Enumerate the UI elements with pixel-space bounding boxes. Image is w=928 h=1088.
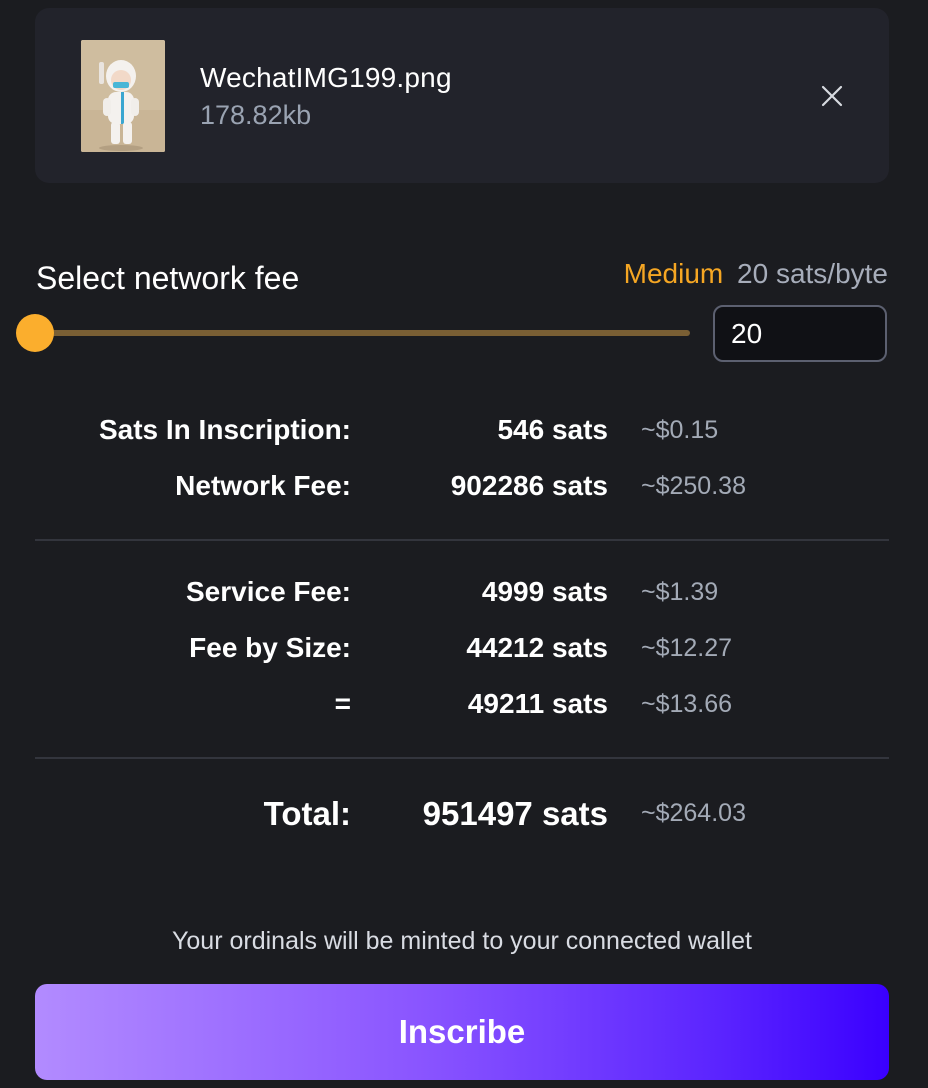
- file-name: WechatIMG199.png: [200, 62, 452, 93]
- wallet-note: Your ordinals will be minted to your con…: [172, 927, 752, 955]
- summary-usd: ~$0.15: [641, 416, 719, 444]
- summary-usd: ~$250.38: [641, 472, 746, 500]
- total-amount: 951497 sats: [422, 795, 608, 832]
- inscribe-button[interactable]: Inscribe: [35, 984, 889, 1080]
- network-fee-title: Select network fee: [36, 260, 300, 296]
- inscription-panel: WechatIMG199.png 178.82kb Select network…: [0, 0, 928, 1088]
- fee-rate-input[interactable]: [713, 305, 887, 362]
- slider-track: [34, 330, 690, 336]
- summary-amount: 546 sats: [497, 414, 608, 445]
- file-size: 178.82kb: [200, 100, 312, 130]
- summary-label: Fee by Size:: [189, 632, 351, 663]
- summary-usd: ~$12.27: [641, 634, 733, 662]
- network-fee-slider[interactable]: [16, 313, 690, 355]
- summary-usd: ~$1.39: [641, 578, 719, 606]
- summary-amount: 902286 sats: [450, 470, 608, 501]
- summary-row-sats-in-inscription: Sats In Inscription: 546 sats ~$0.15: [0, 414, 928, 454]
- summary-row-total: Total: 951497 sats ~$264.03: [0, 795, 928, 835]
- fee-level-label: Medium: [623, 258, 724, 289]
- remove-file-button[interactable]: [816, 80, 848, 112]
- summary-label: Sats In Inscription:: [98, 414, 351, 445]
- total-label: Total:: [263, 795, 351, 832]
- summary-amount: 4999 sats: [481, 576, 608, 607]
- file-card: WechatIMG199.png 178.82kb: [35, 8, 889, 183]
- file-thumbnail: [81, 40, 165, 152]
- divider: [35, 757, 889, 759]
- total-usd: ~$264.03: [641, 799, 746, 827]
- summary-label: Service Fee:: [186, 576, 351, 607]
- summary-amount: 44212 sats: [466, 632, 608, 663]
- summary-row-service-fee: Service Fee: 4999 sats ~$1.39: [0, 576, 928, 616]
- fee-rate-label: 20 sats/byte: [737, 258, 888, 289]
- close-icon: [821, 85, 843, 107]
- summary-amount: 49211 sats: [467, 688, 608, 719]
- summary-usd: ~$13.66: [641, 690, 733, 718]
- summary-label: Network Fee:: [175, 470, 351, 501]
- summary-row-network-fee: Network Fee: 902286 sats ~$250.38: [0, 470, 928, 510]
- summary-label: =: [334, 688, 351, 719]
- fee-level-indicator: Medium 20 sats/byte: [624, 258, 888, 290]
- doll-image-icon: [81, 40, 165, 152]
- divider: [35, 539, 889, 541]
- summary-row-fee-by-size: Fee by Size: 44212 sats ~$12.27: [0, 632, 928, 672]
- slider-thumb[interactable]: [16, 314, 54, 352]
- summary-row-subtotal: = 49211 sats ~$13.66: [0, 688, 928, 728]
